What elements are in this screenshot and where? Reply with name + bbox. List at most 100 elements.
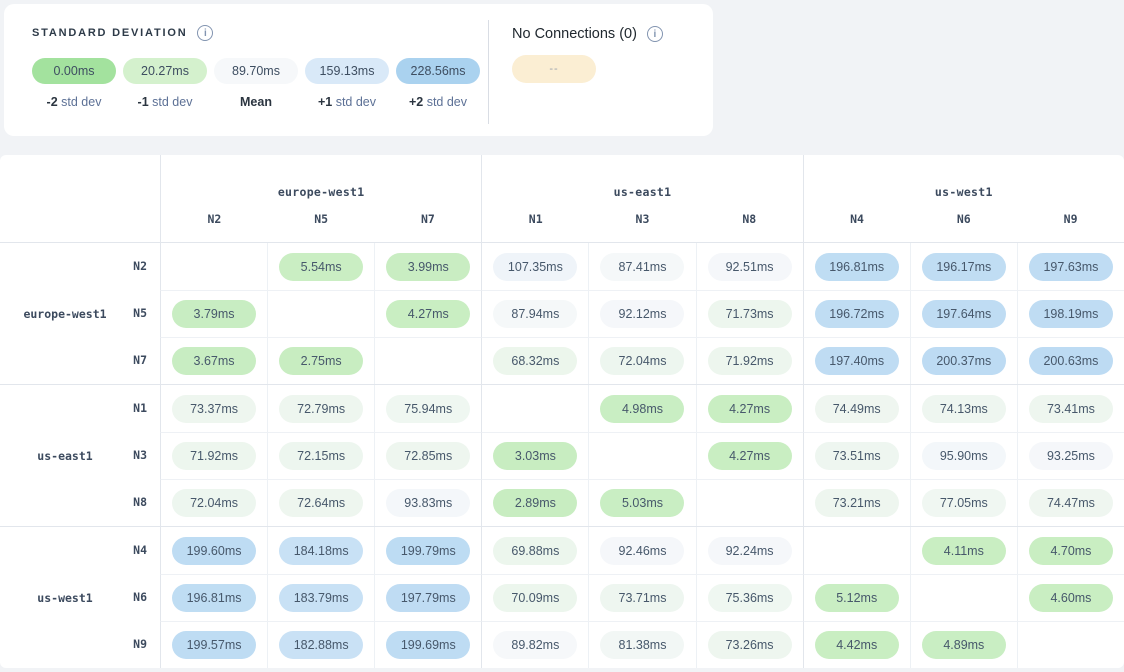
latency-pill[interactable]: 95.90ms: [922, 442, 1006, 470]
region-header-label: us-east1: [482, 185, 802, 199]
latency-pill[interactable]: 5.54ms: [279, 253, 363, 281]
latency-cell: 73.37ms: [160, 385, 267, 432]
latency-pill[interactable]: 197.79ms: [386, 584, 470, 612]
latency-cell: 95.90ms: [910, 432, 1017, 479]
latency-pill[interactable]: 92.24ms: [708, 537, 792, 565]
latency-pill[interactable]: 73.71ms: [600, 584, 684, 612]
latency-cell: 3.03ms: [481, 432, 588, 479]
latency-pill[interactable]: 184.18ms: [279, 537, 363, 565]
latency-pill[interactable]: 4.89ms: [922, 631, 1006, 659]
latency-pill[interactable]: 4.27ms: [708, 395, 792, 423]
latency-cell: 72.15ms: [267, 432, 374, 479]
latency-pill[interactable]: 89.82ms: [493, 631, 577, 659]
latency-pill[interactable]: 92.51ms: [708, 253, 792, 281]
latency-pill[interactable]: 3.67ms: [172, 347, 256, 375]
latency-pill[interactable]: 197.40ms: [815, 347, 899, 375]
latency-cell: [481, 385, 588, 432]
latency-pill[interactable]: 72.64ms: [279, 489, 363, 517]
latency-pill[interactable]: 69.88ms: [493, 537, 577, 565]
latency-pill[interactable]: 87.94ms: [493, 300, 577, 328]
latency-pill[interactable]: 3.79ms: [172, 300, 256, 328]
latency-cell: 199.79ms: [374, 527, 481, 574]
latency-pill[interactable]: 73.21ms: [815, 489, 899, 517]
latency-pill[interactable]: 2.89ms: [493, 489, 577, 517]
latency-cell: 4.98ms: [588, 385, 695, 432]
latency-pill[interactable]: 72.04ms: [600, 347, 684, 375]
latency-pill[interactable]: 4.98ms: [600, 395, 684, 423]
latency-pill[interactable]: 92.46ms: [600, 537, 684, 565]
latency-pill[interactable]: 87.41ms: [600, 253, 684, 281]
latency-pill[interactable]: 200.37ms: [922, 347, 1006, 375]
latency-pill[interactable]: 75.36ms: [708, 584, 792, 612]
legend-scale-labels: -2 std dev-1 std devMean+1 std dev+2 std…: [32, 95, 488, 109]
node-row-label: N1: [110, 385, 160, 432]
latency-cell: 75.36ms: [696, 574, 803, 621]
latency-cell: 4.70ms: [1017, 527, 1124, 574]
latency-pill[interactable]: 196.81ms: [172, 584, 256, 612]
latency-pill[interactable]: 73.51ms: [815, 442, 899, 470]
latency-pill[interactable]: 71.92ms: [708, 347, 792, 375]
latency-pill[interactable]: 199.69ms: [386, 631, 470, 659]
info-icon[interactable]: i: [197, 25, 213, 41]
latency-cell: 73.71ms: [588, 574, 695, 621]
latency-pill[interactable]: 183.79ms: [279, 584, 363, 612]
latency-pill[interactable]: 71.73ms: [708, 300, 792, 328]
latency-pill[interactable]: 75.94ms: [386, 395, 470, 423]
latency-pill[interactable]: 92.12ms: [600, 300, 684, 328]
latency-pill[interactable]: 196.72ms: [815, 300, 899, 328]
latency-pill[interactable]: 73.26ms: [708, 631, 792, 659]
latency-pill[interactable]: 74.49ms: [815, 395, 899, 423]
latency-pill[interactable]: 74.47ms: [1029, 489, 1113, 517]
node-row-label: N2: [110, 243, 160, 290]
latency-pill[interactable]: 93.83ms: [386, 489, 470, 517]
latency-pill[interactable]: 5.12ms: [815, 584, 899, 612]
latency-cell: 92.46ms: [588, 527, 695, 574]
latency-pill[interactable]: 70.09ms: [493, 584, 577, 612]
latency-pill[interactable]: 81.38ms: [600, 631, 684, 659]
latency-pill[interactable]: 4.70ms: [1029, 537, 1113, 565]
latency-pill[interactable]: 74.13ms: [922, 395, 1006, 423]
latency-cell: 73.41ms: [1017, 385, 1124, 432]
latency-pill[interactable]: 4.27ms: [708, 442, 792, 470]
latency-pill[interactable]: 2.75ms: [279, 347, 363, 375]
latency-pill[interactable]: 5.03ms: [600, 489, 684, 517]
latency-pill[interactable]: 68.32ms: [493, 347, 577, 375]
latency-pill[interactable]: 107.35ms: [493, 253, 577, 281]
latency-pill[interactable]: 72.04ms: [172, 489, 256, 517]
legend-pill-label: -2 std dev: [32, 95, 116, 109]
latency-pill[interactable]: 4.11ms: [922, 537, 1006, 565]
latency-pill[interactable]: 182.88ms: [279, 631, 363, 659]
latency-pill[interactable]: 72.85ms: [386, 442, 470, 470]
matrix-header-region-group: europe-west1N2N5N7: [160, 155, 481, 242]
latency-pill[interactable]: 71.92ms: [172, 442, 256, 470]
latency-pill[interactable]: 3.99ms: [386, 253, 470, 281]
latency-pill[interactable]: 199.79ms: [386, 537, 470, 565]
latency-pill[interactable]: 196.17ms: [922, 253, 1006, 281]
node-row-label: N5: [110, 290, 160, 337]
latency-pill[interactable]: 196.81ms: [815, 253, 899, 281]
latency-pill[interactable]: 3.03ms: [493, 442, 577, 470]
latency-pill[interactable]: 199.60ms: [172, 537, 256, 565]
latency-pill[interactable]: 93.25ms: [1029, 442, 1113, 470]
latency-pill[interactable]: 73.37ms: [172, 395, 256, 423]
latency-pill[interactable]: 4.60ms: [1029, 584, 1113, 612]
node-column-header: N7: [375, 212, 482, 226]
info-icon[interactable]: i: [647, 26, 663, 42]
latency-cell: 197.63ms: [1017, 243, 1124, 290]
latency-pill[interactable]: 200.63ms: [1029, 347, 1113, 375]
latency-pill[interactable]: 73.41ms: [1029, 395, 1113, 423]
latency-pill[interactable]: 4.42ms: [815, 631, 899, 659]
latency-pill[interactable]: 198.19ms: [1029, 300, 1113, 328]
matrix-header-region-group: us-west1N4N6N9: [803, 155, 1124, 242]
latency-pill[interactable]: 197.64ms: [922, 300, 1006, 328]
latency-pill[interactable]: 4.27ms: [386, 300, 470, 328]
matrix-header-region-group: us-east1N1N3N8: [481, 155, 802, 242]
latency-pill[interactable]: 77.05ms: [922, 489, 1006, 517]
latency-pill[interactable]: 199.57ms: [172, 631, 256, 659]
latency-cells: 73.37ms 72.79ms 75.94ms 4.98ms 4.27ms 74.49ms…: [160, 385, 1124, 526]
latency-pill[interactable]: 197.63ms: [1029, 253, 1113, 281]
latency-pill[interactable]: 72.79ms: [279, 395, 363, 423]
legend-label-bold: Mean: [240, 95, 272, 109]
region-node-headers: N2N5N7: [161, 212, 481, 226]
latency-pill[interactable]: 72.15ms: [279, 442, 363, 470]
